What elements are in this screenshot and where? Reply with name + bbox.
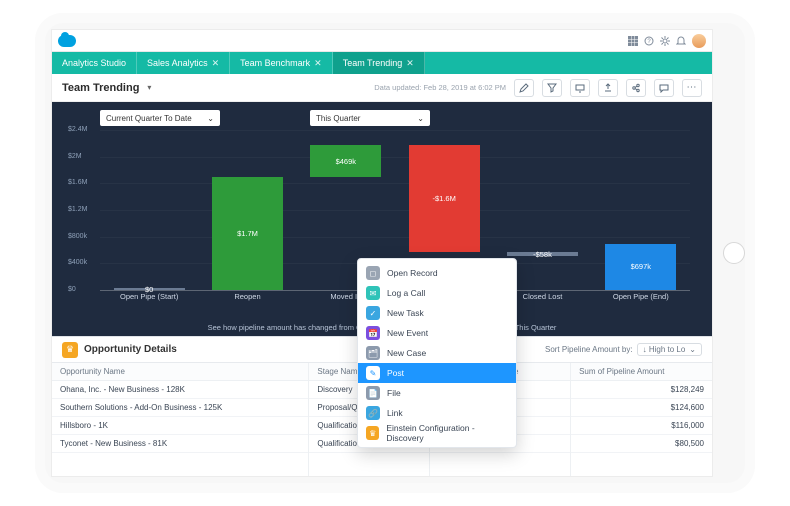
context-menu-item[interactable]: 📄 File <box>358 383 516 403</box>
y-tick-label: $1.6M <box>68 179 87 186</box>
data-updated-label: Data updated: Feb 28, 2019 at 6:02 PM <box>374 83 506 92</box>
chart-bar[interactable]: $0 <box>114 288 185 290</box>
tablet-frame: ? Analytics Studio Sales Analytics✕ Team… <box>35 13 755 493</box>
table-cell[interactable]: $128,249 <box>571 381 712 399</box>
tab-team-benchmark[interactable]: Team Benchmark✕ <box>230 52 333 74</box>
x-tick-label: Reopen <box>198 292 296 320</box>
menu-item-icon: ✓ <box>366 306 380 320</box>
context-menu-item[interactable]: ◻ Open Record <box>358 263 516 283</box>
menu-item-label: Log a Call <box>387 288 425 298</box>
help-icon[interactable]: ? <box>644 36 654 46</box>
menu-item-label: New Event <box>387 328 428 338</box>
app-screen: ? Analytics Studio Sales Analytics✕ Team… <box>51 29 713 477</box>
opportunity-title: Opportunity Details <box>84 344 177 355</box>
crown-icon: ♛ <box>62 342 78 358</box>
tablet-home-button[interactable] <box>723 242 745 264</box>
page-header: Team Trending ▾ Data updated: Feb 28, 20… <box>52 74 712 102</box>
context-menu-item[interactable]: ✉ Log a Call <box>358 283 516 303</box>
share-button[interactable] <box>626 79 646 97</box>
chart-bar[interactable]: -$58k <box>507 252 578 256</box>
menu-item-icon: 📅 <box>366 326 380 340</box>
column-header[interactable]: Sum of Pipeline Amount <box>571 363 712 381</box>
sort-select[interactable]: ↓ High to Lo⌄ <box>637 343 702 356</box>
more-button[interactable]: ⋯ <box>682 79 702 97</box>
page-title: Team Trending <box>62 82 139 94</box>
context-menu-item[interactable]: ♛ Einstein Configuration - Discovery <box>358 423 516 443</box>
chevron-down-icon: ⌄ <box>417 114 424 123</box>
x-tick-label: Open Pipe (Start) <box>100 292 198 320</box>
menu-item-label: Link <box>387 408 403 418</box>
salesforce-logo-icon <box>58 35 76 47</box>
table-row[interactable]: Hillsboro - 1K <box>52 417 308 435</box>
filter-button[interactable] <box>542 79 562 97</box>
table-cell[interactable]: $80,500 <box>571 435 712 453</box>
table-row[interactable]: Tyconet - New Business - 81K <box>52 435 308 453</box>
context-menu-item[interactable]: 🗂 New Case <box>358 343 516 363</box>
context-menu-item[interactable]: 📅 New Event <box>358 323 516 343</box>
menu-item-label: New Case <box>387 348 426 358</box>
table-row[interactable]: Ohana, Inc. - New Business - 128K <box>52 381 308 399</box>
chat-button[interactable] <box>654 79 674 97</box>
y-tick-label: $1.2M <box>68 206 87 213</box>
context-menu-item[interactable]: 🔗 Link <box>358 403 516 423</box>
y-tick-label: $2.4M <box>68 126 87 133</box>
table-row[interactable]: Southern Solutions - Add-On Business - 1… <box>52 399 308 417</box>
period-start-select[interactable]: Current Quarter To Date⌄ <box>100 110 220 126</box>
close-icon[interactable]: ✕ <box>314 58 322 69</box>
y-tick-label: $0 <box>68 286 76 293</box>
close-icon[interactable]: ✕ <box>212 58 220 69</box>
menu-item-icon: ✉ <box>366 286 380 300</box>
opportunity-name-column: Opportunity Name Ohana, Inc. - New Busin… <box>52 363 309 476</box>
y-tick-label: $400k <box>68 259 87 266</box>
user-avatar[interactable] <box>692 34 706 48</box>
chart-bar[interactable]: -$1.6M <box>409 145 480 252</box>
context-menu-item[interactable]: ✎ Post <box>358 363 516 383</box>
gear-icon[interactable] <box>660 36 670 46</box>
menu-item-icon: ✎ <box>366 366 380 380</box>
menu-item-label: Open Record <box>387 268 438 278</box>
x-tick-label: Open Pipe (End) <box>592 292 690 320</box>
period-end-select[interactable]: This Quarter⌄ <box>310 110 430 126</box>
chart-bar[interactable]: $697k <box>605 244 676 290</box>
menu-item-label: File <box>387 388 401 398</box>
menu-item-label: Post <box>387 368 404 378</box>
chevron-down-icon: ⌄ <box>689 345 696 354</box>
y-tick-label: $2M <box>68 153 82 160</box>
tab-team-trending[interactable]: Team Trending✕ <box>333 52 425 74</box>
chart-bar[interactable]: $1.7M <box>212 177 283 290</box>
bell-icon[interactable] <box>676 36 686 46</box>
y-tick-label: $800k <box>68 233 87 240</box>
menu-item-icon: 📄 <box>366 386 380 400</box>
chevron-down-icon[interactable]: ▾ <box>147 83 151 92</box>
system-topbar: ? <box>52 30 712 52</box>
menu-item-label: Einstein Configuration - Discovery <box>386 423 508 443</box>
present-button[interactable] <box>570 79 590 97</box>
tab-sales-analytics[interactable]: Sales Analytics✕ <box>137 52 230 74</box>
context-menu[interactable]: ◻ Open Record ✉ Log a Call ✓ New Task 📅 New Eve… <box>357 258 517 448</box>
menu-item-icon: ♛ <box>366 426 379 440</box>
apps-icon[interactable] <box>628 36 638 46</box>
tab-analytics-studio[interactable]: Analytics Studio <box>52 52 137 74</box>
menu-item-label: New Task <box>387 308 424 318</box>
menu-item-icon: 🔗 <box>366 406 380 420</box>
context-menu-item[interactable]: ✓ New Task <box>358 303 516 323</box>
workspace-tabs: Analytics Studio Sales Analytics✕ Team B… <box>52 52 712 74</box>
edit-button[interactable] <box>514 79 534 97</box>
chevron-down-icon: ⌄ <box>207 114 214 123</box>
column-header[interactable]: Opportunity Name <box>52 363 308 381</box>
table-cell[interactable]: $116,000 <box>571 417 712 435</box>
export-button[interactable] <box>598 79 618 97</box>
chart-bar[interactable]: $469k <box>310 145 381 176</box>
table-cell[interactable]: $124,600 <box>571 399 712 417</box>
menu-item-icon: 🗂 <box>366 346 380 360</box>
menu-item-icon: ◻ <box>366 266 380 280</box>
sort-label: Sort Pipeline Amount by: <box>545 345 633 354</box>
close-icon[interactable]: ✕ <box>406 58 414 69</box>
